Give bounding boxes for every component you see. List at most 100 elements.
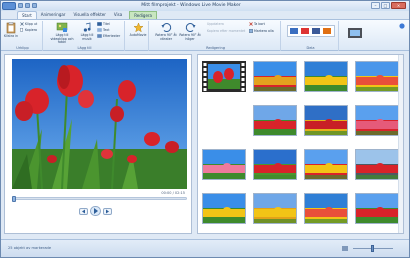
window-controls: – □ × bbox=[371, 2, 406, 10]
storyboard-clip bbox=[202, 105, 246, 136]
delete-button[interactable]: Ta bort bbox=[249, 22, 265, 27]
delete-icon bbox=[249, 22, 253, 26]
storyboard-row bbox=[202, 103, 401, 140]
cut-label: Klipp ut bbox=[25, 22, 38, 26]
copy-after-button: Kopiera efter momentet bbox=[207, 29, 245, 34]
storyboard-clip[interactable] bbox=[355, 105, 399, 136]
scissors-icon bbox=[20, 22, 24, 26]
undo-icon[interactable] bbox=[25, 3, 30, 8]
maximize-button[interactable]: □ bbox=[381, 2, 390, 9]
copy-icon bbox=[20, 28, 24, 32]
previous-frame-icon bbox=[82, 209, 85, 213]
playback-controls bbox=[79, 206, 112, 216]
tab-edit-label: Redigera bbox=[134, 13, 153, 18]
storyboard-clip[interactable] bbox=[355, 193, 399, 224]
storyboard-clip[interactable] bbox=[253, 193, 297, 224]
sharing-gallery[interactable] bbox=[287, 25, 335, 37]
share-targets-icon bbox=[290, 28, 331, 34]
storyboard-clip[interactable] bbox=[253, 61, 297, 92]
seek-handle[interactable] bbox=[12, 196, 16, 202]
caption-label: Text bbox=[103, 28, 110, 32]
zoom-slider[interactable] bbox=[341, 245, 401, 252]
storyboard-row bbox=[202, 59, 401, 96]
delete-label: Ta bort bbox=[254, 22, 265, 26]
minimize-button[interactable]: – bbox=[371, 2, 380, 9]
title-button[interactable]: Titel bbox=[97, 22, 110, 27]
storyboard-scrollbar[interactable] bbox=[398, 55, 403, 233]
storyboard-clip[interactable] bbox=[304, 61, 348, 92]
title-icon bbox=[97, 22, 102, 26]
cut-button[interactable]: Klipp ut bbox=[20, 22, 37, 27]
storyboard-clip[interactable] bbox=[253, 149, 297, 180]
status-text: 25 objekt av markerade bbox=[8, 246, 52, 250]
tab-visual-effects[interactable]: Visuella effekter bbox=[69, 11, 109, 19]
copy-button[interactable]: Kopiera bbox=[20, 28, 37, 33]
tab-view[interactable]: Visa bbox=[110, 11, 126, 19]
next-frame-icon bbox=[106, 209, 109, 213]
storyboard-clip[interactable] bbox=[355, 149, 399, 180]
storyboard-clip[interactable] bbox=[304, 149, 348, 180]
storyboard-clip[interactable] bbox=[202, 149, 246, 180]
storyboard-row bbox=[202, 191, 401, 228]
seek-bar[interactable] bbox=[12, 196, 187, 202]
automovie-button[interactable]: AutoMovie bbox=[128, 22, 148, 38]
help-icon[interactable] bbox=[399, 23, 405, 29]
select-all-icon bbox=[249, 29, 253, 33]
paste-icon bbox=[6, 22, 16, 34]
app-menu-button[interactable] bbox=[2, 2, 16, 10]
tab-edit[interactable]: Redigera bbox=[129, 11, 158, 19]
rotate-left-button[interactable]: Rotera 90° åt vänster bbox=[155, 22, 177, 41]
close-button[interactable]: × bbox=[391, 2, 406, 9]
update-label: Uppdatera bbox=[207, 22, 224, 26]
tab-animations[interactable]: Animeringar bbox=[37, 11, 70, 19]
paste-label: Klistra in bbox=[4, 34, 18, 38]
editing-group-label: Redigering bbox=[206, 46, 225, 50]
storyboard-clip[interactable] bbox=[304, 105, 348, 136]
storyboard-row bbox=[202, 147, 401, 184]
quick-access-toolbar bbox=[18, 3, 37, 9]
storyboard-clip[interactable] bbox=[253, 105, 297, 136]
add-group-label: Lägg till bbox=[77, 46, 92, 50]
automovie-group: AutoMovie bbox=[127, 21, 149, 51]
storyboard-clip[interactable] bbox=[202, 61, 246, 92]
previous-frame-button[interactable] bbox=[79, 207, 88, 215]
copy-after-label: Kopiera efter momentet bbox=[207, 29, 246, 33]
rotate-right-label: Rotera 90° åt höger bbox=[179, 33, 201, 41]
storyboard-clip[interactable] bbox=[304, 193, 348, 224]
next-frame-button[interactable] bbox=[103, 207, 112, 215]
credits-button[interactable]: Eftertexter bbox=[97, 34, 120, 39]
clipboard-group: Klistra in Klipp ut Kopiera Urklipp bbox=[3, 21, 43, 51]
tab-start[interactable]: Start bbox=[17, 11, 37, 19]
title-bar: Mitt filmprojekt - Windows Live Movie Ma… bbox=[1, 1, 409, 11]
ribbon-tabs: Start Animeringar Visuella effekter Visa… bbox=[1, 11, 409, 19]
automovie-label: AutoMovie bbox=[129, 33, 147, 37]
music-note-icon bbox=[83, 22, 91, 32]
storyboard bbox=[197, 54, 404, 234]
tulip-preview-image bbox=[12, 59, 187, 189]
play-icon bbox=[94, 208, 98, 214]
status-bar: 25 objekt av markerade bbox=[1, 239, 409, 257]
paste-button[interactable]: Klistra in bbox=[4, 22, 18, 39]
save-movie-button[interactable] bbox=[347, 26, 387, 40]
preview-image[interactable] bbox=[12, 59, 187, 189]
update-button: Uppdatera bbox=[207, 22, 224, 27]
rotate-left-label: Rotera 90° åt vänster bbox=[155, 33, 177, 41]
play-button[interactable] bbox=[90, 206, 101, 216]
add-video-label: Lägg till videoklipp och foton bbox=[50, 33, 74, 44]
zoom-handle[interactable] bbox=[371, 245, 374, 252]
film-save-icon bbox=[348, 28, 362, 38]
select-all-button[interactable]: Markera alla bbox=[249, 29, 274, 34]
automovie-icon bbox=[132, 22, 144, 33]
add-video-button[interactable]: Lägg till videoklipp och foton bbox=[47, 22, 77, 45]
storyboard-clip[interactable] bbox=[202, 193, 246, 224]
redo-icon[interactable] bbox=[32, 3, 37, 8]
preview-pane: 00:00 / 02:15 bbox=[4, 54, 192, 234]
caption-button[interactable]: Text bbox=[97, 28, 109, 33]
select-all-label: Markera alla bbox=[254, 29, 274, 33]
thumbnail-size-icon bbox=[342, 246, 348, 251]
add-music-button[interactable]: Lägg till musik bbox=[79, 22, 95, 41]
storyboard-clip[interactable] bbox=[355, 61, 399, 92]
window-title: Mitt filmprojekt - Windows Live Movie Ma… bbox=[141, 3, 241, 8]
save-icon[interactable] bbox=[18, 3, 23, 8]
rotate-right-button[interactable]: Rotera 90° åt höger bbox=[179, 22, 201, 41]
